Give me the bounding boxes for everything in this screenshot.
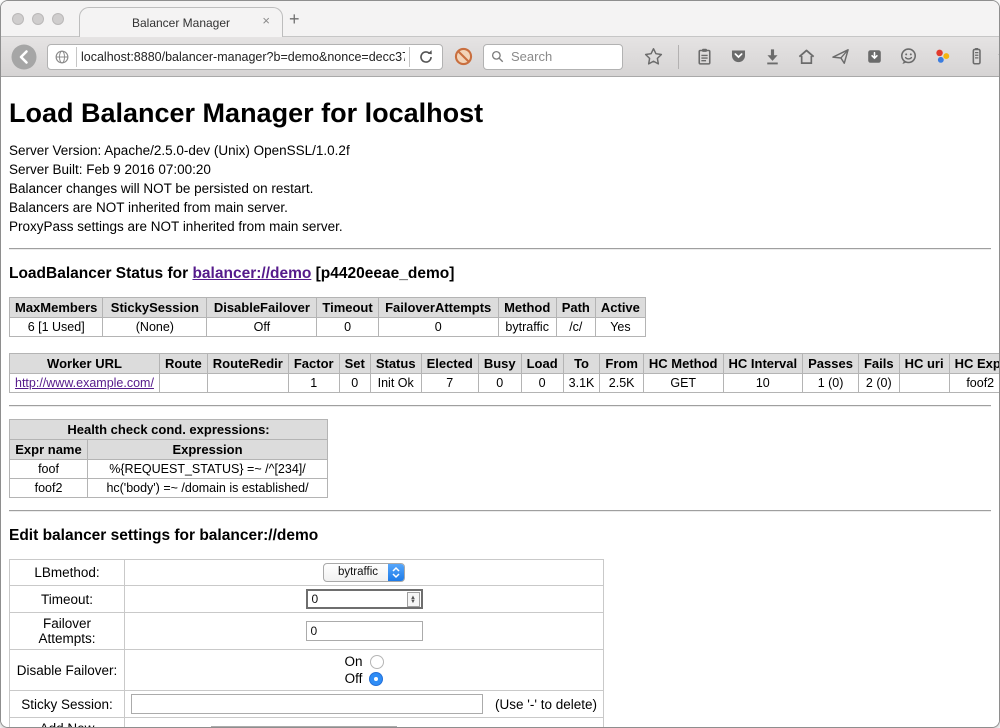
window-controls: [12, 13, 64, 25]
table-header-row: Expr name Expression: [10, 440, 328, 460]
titlebar: Balancer Manager × +: [1, 1, 999, 37]
bookmark-star-button[interactable]: [641, 45, 665, 69]
content-block-button[interactable]: [451, 45, 475, 69]
content-block-icon: [453, 46, 474, 67]
sticky-session-row: Sticky Session: (Use '-' to delete): [10, 691, 604, 718]
globe-icon: [53, 48, 71, 66]
worker-status-table: Worker URL Route RouteRedir Factor Set S…: [9, 353, 999, 393]
home-button[interactable]: [794, 45, 818, 69]
new-tab-button[interactable]: +: [289, 10, 300, 28]
balancer-status-table: MaxMembers StickySession DisableFailover…: [9, 297, 646, 337]
failover-attempts-row: Failover Attempts:: [10, 613, 604, 650]
health-check-table: Health check cond. expressions: Expr nam…: [9, 419, 328, 498]
add-worker-input[interactable]: [211, 726, 397, 727]
table-header-row: MaxMembers StickySession DisableFailover…: [10, 298, 646, 318]
note-inherit-balancers: Balancers are NOT inherited from main se…: [9, 198, 991, 217]
balancer-demo-link[interactable]: balancer://demo: [192, 265, 311, 282]
disable-failover-on-radio[interactable]: [370, 655, 384, 669]
battery-extension-button[interactable]: [964, 45, 988, 69]
server-version: Server Version: Apache/2.5.0-dev (Unix) …: [9, 141, 991, 160]
search-icon: [490, 49, 505, 64]
timeout-row: Timeout: ▲▼: [10, 586, 604, 613]
table-row: foof %{REQUEST_STATUS} =~ /^[234]/: [10, 460, 328, 479]
sticky-session-input[interactable]: [131, 694, 483, 714]
disable-failover-off-radio[interactable]: [369, 672, 383, 686]
clipboard-icon: [694, 46, 715, 67]
reading-list-button[interactable]: [692, 45, 716, 69]
edit-settings-form: LBmethod: bytraffic Timeout:: [9, 559, 604, 727]
radio-off-label: Off: [345, 671, 363, 686]
pocket-icon: [728, 46, 749, 67]
urlbar-divider: [409, 47, 410, 67]
table-title-row: Health check cond. expressions:: [10, 420, 328, 440]
tab-close-icon[interactable]: ×: [262, 14, 270, 27]
status-heading: LoadBalancer Status for balancer://demo …: [9, 265, 991, 283]
note-persist: Balancer changes will NOT be persisted o…: [9, 179, 991, 198]
close-button[interactable]: [12, 13, 24, 25]
search-bar[interactable]: [483, 44, 623, 70]
star-icon: [643, 46, 664, 67]
reload-icon: [417, 48, 435, 66]
table-row: http://www.example.com/ 1 0 Init Ok 7 0 …: [10, 374, 1000, 393]
server-built: Server Built: Feb 9 2016 07:00:20: [9, 160, 991, 179]
send-tab-button[interactable]: [828, 45, 852, 69]
page-content: Load Balancer Manager for localhost Serv…: [1, 77, 999, 727]
battery-icon: [966, 46, 987, 67]
colorway-extension-button[interactable]: [930, 45, 954, 69]
disable-failover-label: Disable Failover:: [10, 650, 125, 691]
table-row: 6 [1 Used] (None) Off 0 0 bytraffic /c/ …: [10, 318, 646, 337]
search-input[interactable]: [509, 48, 616, 65]
table-row: foof2 hc('body') =~ /domain is establish…: [10, 479, 328, 498]
divider: [9, 510, 991, 512]
note-inherit-proxypass: ProxyPass settings are NOT inherited fro…: [9, 217, 991, 236]
back-button[interactable]: [9, 42, 39, 72]
pocket-button[interactable]: [726, 45, 750, 69]
tab-balancer-manager[interactable]: Balancer Manager ×: [79, 7, 283, 37]
urlbar-divider: [76, 47, 77, 67]
home-icon: [796, 46, 817, 67]
download-icon: [762, 46, 783, 67]
divider: [9, 405, 991, 407]
back-icon: [9, 42, 39, 72]
chevron-updown-icon: [388, 564, 404, 581]
failover-attempts-label: Failover Attempts:: [10, 613, 125, 650]
lbmethod-label: LBmethod:: [10, 560, 125, 586]
sticky-session-hint: (Use '-' to delete): [495, 697, 597, 712]
lbmethod-select[interactable]: bytraffic: [323, 563, 405, 582]
save-page-button[interactable]: [862, 45, 886, 69]
url-bar[interactable]: localhost:8880/balancer-manager?b=demo&n…: [47, 44, 443, 70]
reload-button[interactable]: [414, 45, 438, 69]
number-spinner-icon[interactable]: ▲▼: [407, 592, 420, 607]
disable-failover-row: Disable Failover: On Off: [10, 650, 604, 691]
browser-window: Balancer Manager × + localhost:8880/bala…: [0, 0, 1000, 728]
edit-settings-heading: Edit balancer settings for balancer://de…: [9, 527, 991, 545]
page-title: Load Balancer Manager for localhost: [9, 98, 991, 129]
sticky-session-label: Sticky Session:: [10, 691, 125, 718]
add-worker-label: Add New Worker:: [10, 718, 125, 728]
url-text[interactable]: localhost:8880/balancer-manager?b=demo&n…: [81, 50, 405, 64]
timeout-input[interactable]: [306, 589, 423, 609]
navigation-toolbar: localhost:8880/balancer-manager?b=demo&n…: [1, 37, 999, 77]
timeout-label: Timeout:: [10, 586, 125, 613]
failover-attempts-input[interactable]: [306, 621, 423, 641]
downloads-button[interactable]: [760, 45, 784, 69]
colorway-dots-icon: [932, 46, 953, 67]
site-identity-button[interactable]: [52, 47, 72, 67]
tab-title: Balancer Manager: [132, 16, 230, 30]
minimize-button[interactable]: [32, 13, 44, 25]
divider: [9, 248, 991, 250]
feedback-smiley-icon: [898, 46, 919, 67]
send-plane-icon: [830, 46, 851, 67]
save-box-icon: [864, 46, 885, 67]
toolbar-divider: [678, 45, 679, 69]
zoom-button[interactable]: [52, 13, 64, 25]
table-header-row: Worker URL Route RouteRedir Factor Set S…: [10, 354, 1000, 374]
worker-url-link[interactable]: http://www.example.com/: [15, 376, 154, 390]
add-worker-row: Add New Worker: Are you sure?: [10, 718, 604, 728]
feedback-button[interactable]: [896, 45, 920, 69]
lbmethod-row: LBmethod: bytraffic: [10, 560, 604, 586]
radio-on-label: On: [344, 654, 362, 669]
toolbar-icons: [641, 45, 1000, 69]
